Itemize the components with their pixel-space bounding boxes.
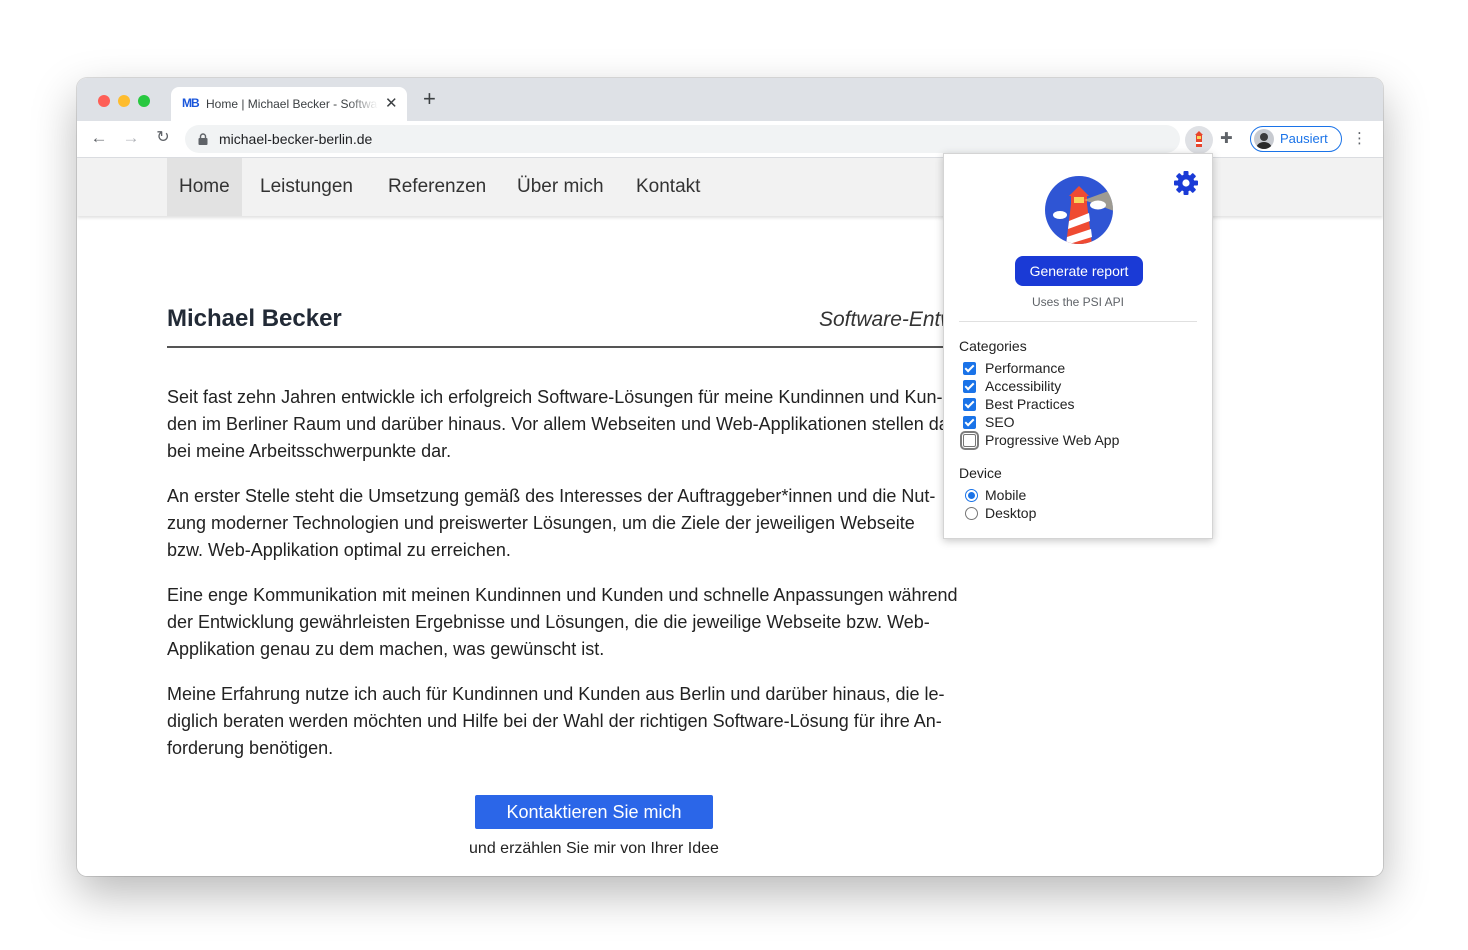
- contact-subtext: und erzählen Sie mir von Ihrer Idee: [469, 840, 719, 857]
- new-tab-button[interactable]: +: [423, 88, 436, 110]
- tab-home[interactable]: MB Home | Michael Becker - Software-Entw…: [171, 87, 407, 121]
- checkbox-accessibility[interactable]: [963, 380, 976, 393]
- forward-icon[interactable]: →: [119, 126, 143, 150]
- lock-icon: [198, 133, 208, 145]
- psi-note: Uses the PSI API: [1031, 295, 1125, 309]
- puzzle-icon[interactable]: ✚: [1220, 129, 1233, 147]
- generate-report-button[interactable]: Generate report: [1015, 256, 1143, 286]
- title-divider: [167, 346, 947, 348]
- category-label: Best Practices: [985, 396, 1075, 412]
- device-heading: Device: [959, 465, 1002, 481]
- category-label: Accessibility: [985, 378, 1062, 394]
- checkbox-best-practices[interactable]: [963, 398, 976, 411]
- intro-paragraph: Meine Erfahrung nutze ich auch für Kundi…: [167, 684, 945, 758]
- category-label: Performance: [985, 360, 1066, 376]
- nav-leistungen[interactable]: Leistungen: [248, 158, 365, 216]
- reload-icon[interactable]: ↻: [151, 126, 175, 150]
- minimize-window-button[interactable]: [118, 95, 130, 107]
- contact-button[interactable]: Kontaktieren Sie mich: [475, 795, 713, 829]
- category-label: Progressive Web App: [985, 432, 1120, 448]
- site-favicon-icon: MB: [182, 96, 200, 110]
- categories-heading: Categories: [959, 338, 1027, 354]
- address-bar[interactable]: michael-becker-berlin.de ☆: [185, 125, 1272, 153]
- close-icon[interactable]: ✕: [385, 94, 398, 112]
- device-label: Desktop: [985, 505, 1037, 521]
- profile-button[interactable]: Pausiert: [1250, 126, 1342, 152]
- lighthouse-icon: [1195, 131, 1203, 147]
- nav-kontakt[interactable]: Kontakt: [624, 158, 712, 216]
- device-label: Mobile: [985, 487, 1027, 503]
- category-label: SEO: [985, 414, 1015, 430]
- gear-icon[interactable]: [1171, 168, 1201, 198]
- checkbox-pwa[interactable]: [960, 431, 979, 450]
- radio-mobile[interactable]: [965, 489, 978, 502]
- checkbox-seo[interactable]: [963, 416, 976, 429]
- nav-ueber-mich[interactable]: Über mich: [505, 158, 616, 216]
- lighthouse-popup: Generate report Uses the PSI API Categor…: [943, 153, 1213, 539]
- tab-strip: MB Home | Michael Becker - Software-Entw…: [77, 78, 1383, 121]
- close-window-button[interactable]: [98, 95, 110, 107]
- maximize-window-button[interactable]: [138, 95, 150, 107]
- radio-desktop[interactable]: [965, 507, 978, 520]
- checkbox-performance[interactable]: [963, 362, 976, 375]
- intro-paragraph: Seit fast zehn Jahren entwickle ich erfo…: [167, 387, 955, 461]
- avatar: [1254, 129, 1274, 149]
- tab-title: Home | Michael Becker - Software-Entwick…: [206, 97, 378, 111]
- intro-paragraph: Eine enge Kommunikation mit meinen Kundi…: [167, 585, 958, 659]
- nav-home[interactable]: Home: [167, 158, 242, 216]
- back-icon[interactable]: ←: [87, 126, 111, 150]
- url-text[interactable]: michael-becker-berlin.de: [219, 131, 372, 147]
- page-title: Michael Becker: [167, 305, 342, 332]
- lighthouse-logo-icon: [1045, 176, 1113, 244]
- profile-status-label: Pausiert: [1280, 131, 1328, 146]
- lighthouse-extension-button[interactable]: [1185, 126, 1213, 154]
- intro-paragraph: An erster Stelle steht die Umsetzung gem…: [167, 486, 936, 560]
- nav-referenzen[interactable]: Referenzen: [376, 158, 498, 216]
- popup-divider: [959, 321, 1197, 322]
- kebab-icon[interactable]: ⋮: [1352, 129, 1367, 147]
